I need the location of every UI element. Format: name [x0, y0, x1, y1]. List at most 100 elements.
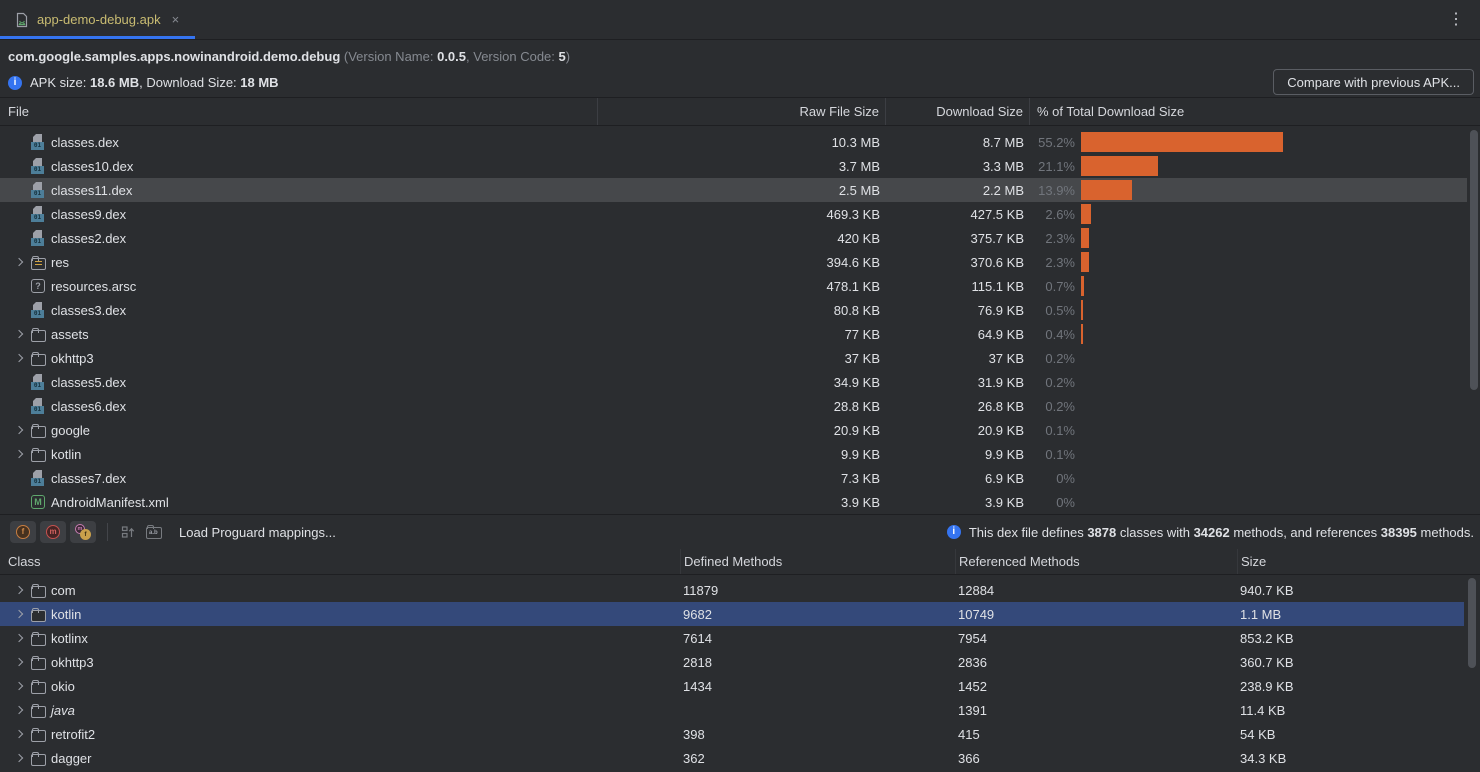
file-table-row[interactable]: 01 classes3.dex 80.8 KB 76.9 KB 0.5% — [0, 298, 1467, 322]
raw-file-size: 394.6 KB — [598, 255, 886, 270]
class-table-row[interactable]: kotlin 9682 10749 1.1 MB — [0, 602, 1464, 626]
chevron-right-icon[interactable] — [12, 494, 28, 510]
chevron-right-icon[interactable] — [12, 302, 28, 318]
file-table-row[interactable]: res 394.6 KB 370.6 KB 2.3% — [0, 250, 1467, 274]
compare-apk-button[interactable]: Compare with previous APK... — [1273, 69, 1474, 95]
file-table-row[interactable]: 01 classes9.dex 469.3 KB 427.5 KB 2.6% — [0, 202, 1467, 226]
file-table-row[interactable]: 01 classes7.dex 7.3 KB 6.9 KB 0% — [0, 466, 1467, 490]
class-table-row[interactable]: com 11879 12884 940.7 KB — [0, 578, 1464, 602]
chevron-right-icon[interactable] — [12, 278, 28, 294]
download-size: 8.7 MB — [886, 135, 1030, 150]
defined-methods: 2818 — [680, 655, 955, 670]
chevron-right-icon[interactable] — [12, 230, 28, 246]
column-header-percent[interactable]: % of Total Download Size — [1030, 98, 1480, 125]
chevron-right-icon[interactable] — [12, 470, 28, 486]
percent-label: 0.5% — [1030, 303, 1075, 318]
file-name: AndroidManifest.xml — [51, 495, 169, 510]
download-size: 9.9 KB — [886, 447, 1030, 462]
folder-icon — [28, 422, 48, 438]
chevron-right-icon[interactable] — [12, 678, 28, 694]
defined-methods: 11879 — [680, 583, 955, 598]
percent-label: 2.6% — [1030, 207, 1075, 222]
chevron-right-icon[interactable] — [12, 398, 28, 414]
chevron-right-icon[interactable] — [12, 422, 28, 438]
class-table-row[interactable]: dagger 362 366 34.3 KB — [0, 746, 1464, 770]
percent-bar — [1081, 204, 1091, 224]
column-header-size[interactable]: Size — [1237, 549, 1480, 574]
defined-methods: 398 — [680, 727, 955, 742]
file-name: classes5.dex — [51, 375, 126, 390]
class-table-row[interactable]: java 1391 11.4 KB — [0, 698, 1464, 722]
file-table-row[interactable]: okhttp3 37 KB 37 KB 0.2% — [0, 346, 1467, 370]
proguard-mapping-folder-icon[interactable]: a.b — [145, 523, 163, 541]
file-table-row[interactable]: 01 classes6.dex 28.8 KB 26.8 KB 0.2% — [0, 394, 1467, 418]
file-table-row[interactable]: M AndroidManifest.xml 3.9 KB 3.9 KB 0% — [0, 490, 1467, 514]
show-methods-toggle[interactable]: m — [40, 521, 66, 543]
download-size: 115.1 KB — [886, 279, 1030, 294]
tab-close-icon[interactable]: × — [172, 12, 180, 27]
column-header-referenced-methods[interactable]: Referenced Methods — [955, 549, 1237, 574]
chevron-right-icon[interactable] — [12, 446, 28, 462]
show-fields-toggle[interactable]: f — [10, 521, 36, 543]
dex-file-icon: 01 — [28, 374, 48, 390]
class-table-row[interactable]: okhttp3 2818 2836 360.7 KB — [0, 650, 1464, 674]
file-table-row[interactable]: 01 classes.dex 10.3 MB 8.7 MB 55.2% — [0, 130, 1467, 154]
expand-tree-icon[interactable] — [119, 523, 137, 541]
column-header-download-size[interactable]: Download Size — [886, 98, 1030, 125]
chevron-right-icon[interactable] — [12, 726, 28, 742]
chevron-right-icon[interactable] — [12, 206, 28, 222]
file-name: classes7.dex — [51, 471, 126, 486]
package-name: kotlinx — [51, 631, 88, 646]
chevron-right-icon[interactable] — [12, 750, 28, 766]
download-size: 375.7 KB — [886, 231, 1030, 246]
class-table-row[interactable]: retrofit2 398 415 54 KB — [0, 722, 1464, 746]
file-table-row[interactable]: 01 classes5.dex 34.9 KB 31.9 KB 0.2% — [0, 370, 1467, 394]
file-name: classes11.dex — [51, 183, 132, 198]
chevron-right-icon[interactable] — [12, 134, 28, 150]
chevron-right-icon[interactable] — [12, 350, 28, 366]
file-table-row[interactable]: assets 77 KB 64.9 KB 0.4% — [0, 322, 1467, 346]
chevron-right-icon[interactable] — [12, 702, 28, 718]
chevron-right-icon[interactable] — [12, 654, 28, 670]
percent-bar — [1081, 132, 1283, 152]
dex-class-table: Class Defined Methods Referenced Methods… — [0, 549, 1480, 772]
chevron-right-icon[interactable] — [12, 254, 28, 270]
package-name: com.google.samples.apps.nowinandroid.dem… — [8, 49, 340, 64]
manifest-file-icon: M — [28, 494, 48, 510]
column-header-class[interactable]: Class — [0, 549, 680, 574]
folder-icon — [28, 582, 48, 598]
file-table-scrollbar[interactable] — [1470, 130, 1478, 390]
percent-label: 0% — [1030, 495, 1075, 510]
column-header-raw-size[interactable]: Raw File Size — [598, 98, 886, 125]
referenced-methods: 7954 — [955, 631, 1237, 646]
apk-file-icon — [14, 12, 30, 28]
tab-apk-file[interactable]: app-demo-debug.apk × — [0, 0, 195, 39]
column-header-defined-methods[interactable]: Defined Methods — [680, 549, 955, 574]
folder-icon — [28, 446, 48, 462]
chevron-right-icon[interactable] — [12, 326, 28, 342]
show-referenced-toggle[interactable]: m f — [70, 521, 96, 543]
chevron-right-icon[interactable] — [12, 158, 28, 174]
chevron-right-icon[interactable] — [12, 374, 28, 390]
class-table-row[interactable]: okio 1434 1452 238.9 KB — [0, 674, 1464, 698]
percent-label: 0.2% — [1030, 375, 1075, 390]
class-table-row[interactable]: kotlinx 7614 7954 853.2 KB — [0, 626, 1464, 650]
file-table-row[interactable]: 01 classes10.dex 3.7 MB 3.3 MB 21.1% — [0, 154, 1467, 178]
referenced-methods: 1452 — [955, 679, 1237, 694]
download-size: 370.6 KB — [886, 255, 1030, 270]
column-header-file[interactable]: File — [0, 98, 598, 125]
file-table-row[interactable]: kotlin 9.9 KB 9.9 KB 0.1% — [0, 442, 1467, 466]
file-table-row[interactable]: 01 classes11.dex 2.5 MB 2.2 MB 13.9% — [0, 178, 1467, 202]
raw-file-size: 20.9 KB — [598, 423, 886, 438]
chevron-right-icon[interactable] — [12, 182, 28, 198]
chevron-right-icon[interactable] — [12, 606, 28, 622]
file-table-row[interactable]: google 20.9 KB 20.9 KB 0.1% — [0, 418, 1467, 442]
class-table-scrollbar[interactable] — [1468, 578, 1476, 668]
file-table-row[interactable]: ? resources.arsc 478.1 KB 115.1 KB 0.7% — [0, 274, 1467, 298]
chevron-right-icon[interactable] — [12, 582, 28, 598]
file-table-row[interactable]: 01 classes2.dex 420 KB 375.7 KB 2.3% — [0, 226, 1467, 250]
referenced-methods-count: 38395 — [1381, 525, 1417, 540]
chevron-right-icon[interactable] — [12, 630, 28, 646]
load-proguard-mappings-label[interactable]: Load Proguard mappings... — [179, 525, 336, 540]
kebab-menu-icon[interactable]: ⋮ — [1448, 9, 1464, 29]
